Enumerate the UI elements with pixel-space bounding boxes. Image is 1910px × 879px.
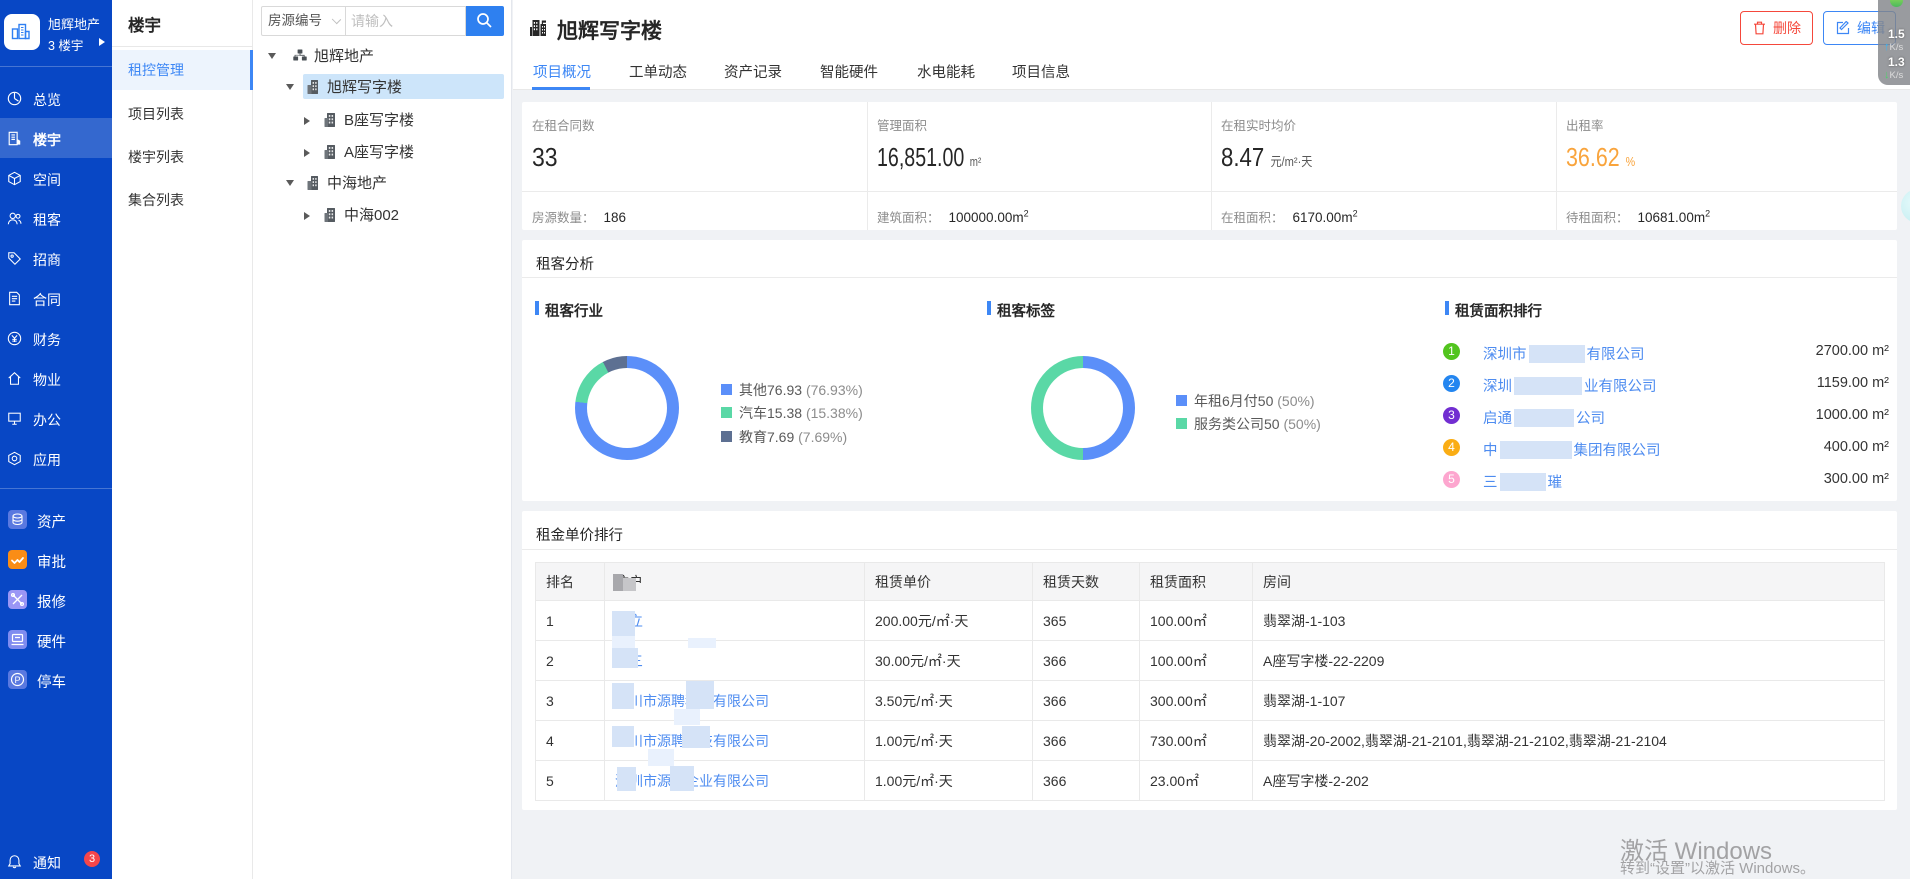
svg-text:P: P: [14, 675, 20, 685]
